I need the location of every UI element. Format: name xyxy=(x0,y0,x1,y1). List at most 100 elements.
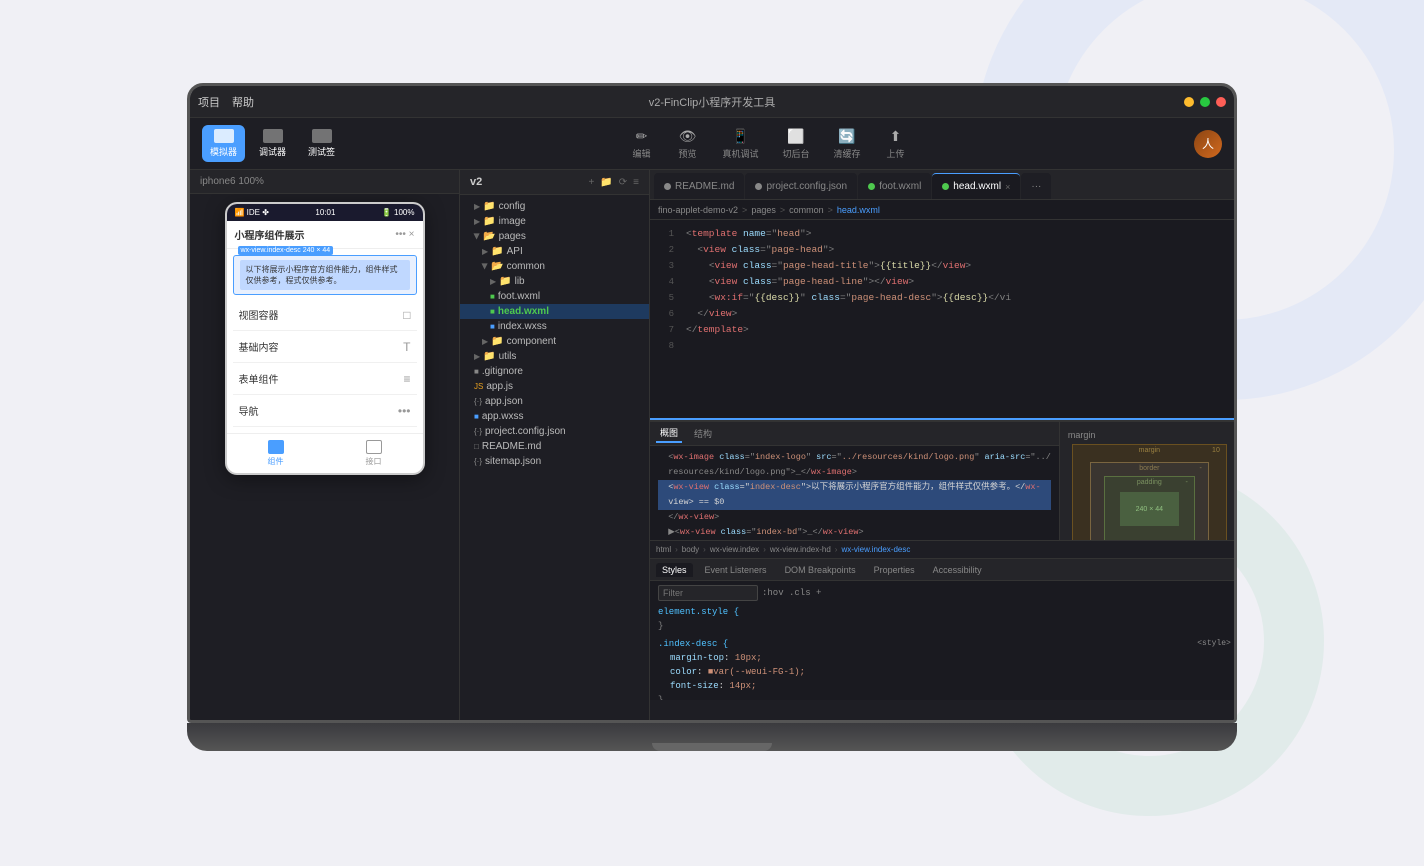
chevron-icon: ▶ xyxy=(474,202,480,211)
phone-list-item-1[interactable]: 基础内容 T xyxy=(233,331,417,363)
styles-close-index-desc: } xyxy=(658,695,663,700)
tree-item-index-wxss[interactable]: ■ index.wxss xyxy=(460,319,649,334)
elem-crumb-html[interactable]: html xyxy=(656,545,671,554)
breadcrumb-common[interactable]: common xyxy=(789,205,824,215)
elem-crumb-index-hd[interactable]: wx-view.index-hd xyxy=(770,545,831,554)
toolbar-clear-btn[interactable]: 🔄 清缓存 xyxy=(834,127,861,160)
elem-crumb-index-desc[interactable]: wx-view.index-desc xyxy=(841,545,910,554)
tab-foot-wxml[interactable]: foot.wxml xyxy=(858,173,931,199)
styles-tab-dom[interactable]: DOM Breakpoints xyxy=(779,563,862,577)
tree-item-readme[interactable]: □ README.md xyxy=(460,439,649,454)
simulator-panel: iphone6 100% 📶 IDE ✤ 10:01 🔋 100% 小程序组件展… xyxy=(190,170,460,720)
styles-prop-margin: margin-top: 10px; xyxy=(658,653,762,663)
tree-item-appwxss[interactable]: ■ app.wxss xyxy=(460,409,649,424)
phone-list-item-2[interactable]: 表单组件 ≡ xyxy=(233,363,417,395)
new-folder-icon[interactable]: 📁 xyxy=(600,177,612,188)
refresh-icon[interactable]: ⟳ xyxy=(619,177,627,188)
window-close-btn[interactable] xyxy=(1216,97,1226,107)
file-tree-content[interactable]: ▶ 📁 config ▶ 📁 image ▶ 📂 pages xyxy=(460,195,649,720)
phone-app-title: 小程序组件展示 xyxy=(235,227,305,242)
new-file-icon[interactable]: + xyxy=(588,177,594,188)
tree-item-gitignore[interactable]: ■ .gitignore xyxy=(460,364,649,379)
styles-tab-events[interactable]: Event Listeners xyxy=(699,563,773,577)
toolbar-simulator-btn[interactable]: 模拟器 xyxy=(202,125,245,162)
tab-label-readme: README.md xyxy=(675,181,734,192)
tree-label-utils: utils xyxy=(499,351,517,362)
tree-item-pages[interactable]: ▶ 📂 pages xyxy=(460,229,649,244)
tab-close-icon[interactable]: × xyxy=(1005,182,1010,192)
tab-more[interactable]: ··· xyxy=(1021,173,1051,199)
box-model-margin-label: margin xyxy=(1068,430,1231,440)
breadcrumb-root[interactable]: fino-applet-demo-v2 xyxy=(658,205,738,215)
html-line-1: <wx-image class="index-logo" src="../res… xyxy=(658,450,1051,465)
toolbar-upload-btn[interactable]: ⬆ 上传 xyxy=(885,127,907,160)
chevron-icon: ▶ xyxy=(490,277,496,286)
tree-item-appjs[interactable]: JS app.js xyxy=(460,379,649,394)
toolbar-preview-btn[interactable]: 👁 预览 xyxy=(677,127,699,160)
chevron-icon: ▶ xyxy=(474,352,480,361)
styles-tab-styles[interactable]: Styles xyxy=(656,563,693,577)
code-line-2: <view class="page-head"> xyxy=(686,242,1231,258)
collapse-icon[interactable]: ≡ xyxy=(633,177,639,188)
tree-item-component[interactable]: ▶ 📁 component xyxy=(460,334,649,349)
styles-tab-properties[interactable]: Properties xyxy=(868,563,921,577)
styles-tabs: Styles Event Listeners DOM Breakpoints P… xyxy=(650,559,1234,581)
user-avatar[interactable]: 人 xyxy=(1194,130,1222,158)
menu-project[interactable]: 项目 xyxy=(198,94,220,110)
toolbar-debugger-btn[interactable]: 调试器 xyxy=(251,125,294,162)
box-border-value: - xyxy=(1200,465,1202,472)
tab-project-config[interactable]: project.config.json xyxy=(745,173,857,199)
phone-status-right: 🔋 100% xyxy=(382,208,415,217)
styles-tab-accessibility[interactable]: Accessibility xyxy=(927,563,988,577)
phone-list-item-3[interactable]: 导航 ••• xyxy=(233,395,417,427)
elem-crumb-index[interactable]: wx-view.index xyxy=(710,545,759,554)
breadcrumb-pages[interactable]: pages xyxy=(751,205,776,215)
tree-item-utils[interactable]: ▶ 📁 utils xyxy=(460,349,649,364)
tree-item-appjson[interactable]: {·} app.json xyxy=(460,394,649,409)
tree-item-config[interactable]: ▶ 📁 config xyxy=(460,199,649,214)
tree-item-foot-wxml[interactable]: ■ foot.wxml xyxy=(460,289,649,304)
toolbar-edit-btn[interactable]: ✏ 编辑 xyxy=(631,127,653,160)
html-nav-overview[interactable]: 概图 xyxy=(656,424,682,443)
tree-item-common[interactable]: ▶ 📂 common xyxy=(460,259,649,274)
component-desc-text: 以下将展示小程序官方组件能力，组件样式仅供参考，程式仅供参考。 xyxy=(240,260,410,290)
tree-item-sitemap[interactable]: {·} sitemap.json xyxy=(460,454,649,469)
folder-icon-image: 📁 xyxy=(483,216,495,227)
styles-filter-input[interactable] xyxy=(658,585,758,601)
file-icon-project-config: {·} xyxy=(474,427,482,436)
elem-crumb-body[interactable]: body xyxy=(682,545,699,554)
tree-label-common: common xyxy=(507,261,545,272)
folder-icon-common: 📂 xyxy=(491,261,503,272)
breadcrumb-sep-2: > xyxy=(780,205,785,215)
tab-readme[interactable]: README.md xyxy=(654,173,744,199)
file-icon-readme: □ xyxy=(474,442,479,451)
toolbar-test-btn[interactable]: 测试签 xyxy=(300,125,343,162)
code-editor[interactable]: 12345678 <template name="head"> <view cl… xyxy=(650,220,1234,720)
html-nav-structure[interactable]: 结构 xyxy=(690,425,716,442)
tree-item-lib[interactable]: ▶ 📁 lib xyxy=(460,274,649,289)
phone-nav-api[interactable]: 接口 xyxy=(325,440,423,467)
tab-label-head-wxml: head.wxml xyxy=(953,181,1001,192)
menu-help[interactable]: 帮助 xyxy=(232,94,254,110)
tree-item-api[interactable]: ▶ 📁 API xyxy=(460,244,649,259)
phone-nav-components[interactable]: 组件 xyxy=(227,440,325,467)
toolbar-device-debug-btn[interactable]: 📱 真机调试 xyxy=(723,127,759,160)
styles-pseudo-toggle[interactable]: :hov .cls + xyxy=(762,588,821,598)
tab-head-wxml[interactable]: head.wxml × xyxy=(932,173,1020,199)
code-line-3: <view class="page-head-title">{{title}}<… xyxy=(686,258,1231,274)
crumb-sep-3: › xyxy=(763,545,766,554)
tab-label-project-config: project.config.json xyxy=(766,181,847,192)
phone-menu-icon[interactable]: ••• × xyxy=(395,229,414,240)
folder-icon-component: 📁 xyxy=(491,336,503,347)
toolbar-background-btn[interactable]: ⬜ 切后台 xyxy=(783,127,810,160)
phone-list-item-0[interactable]: 视图容器 □ xyxy=(233,299,417,331)
tree-item-head-wxml[interactable]: ■ head.wxml xyxy=(460,304,649,319)
window-maximize-btn[interactable] xyxy=(1200,97,1210,107)
breadcrumb-head-wxml[interactable]: head.wxml xyxy=(837,205,880,215)
component-label: wx-view.index-desc 240 × 44 xyxy=(238,246,334,255)
window-minimize-btn[interactable] xyxy=(1184,97,1194,107)
edit-icon: ✏ xyxy=(631,127,653,145)
tree-item-project-config[interactable]: {·} project.config.json xyxy=(460,424,649,439)
tree-item-image[interactable]: ▶ 📁 image xyxy=(460,214,649,229)
tree-label-pages: pages xyxy=(499,231,526,242)
